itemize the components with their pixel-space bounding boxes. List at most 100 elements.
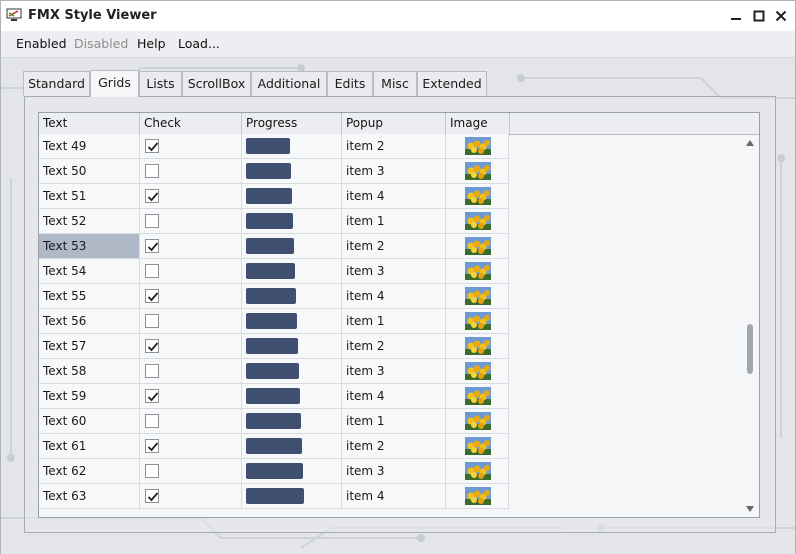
- column-header-check[interactable]: Check: [140, 113, 242, 134]
- checkbox[interactable]: [145, 139, 159, 153]
- checkbox[interactable]: [145, 164, 159, 178]
- progress-bar: [246, 188, 292, 204]
- cell-check: [140, 159, 242, 183]
- menu-disabled[interactable]: Disabled: [74, 36, 128, 51]
- cell-popup[interactable]: item 2: [342, 134, 446, 158]
- checkbox[interactable]: [145, 314, 159, 328]
- cell-progress: [242, 134, 342, 158]
- cell-text[interactable]: Text 61: [39, 434, 140, 458]
- column-header-progress[interactable]: Progress: [242, 113, 342, 134]
- cell-check: [140, 134, 242, 158]
- cell-text[interactable]: Text 56: [39, 309, 140, 333]
- cell-check: [140, 234, 242, 258]
- cell-popup[interactable]: item 1: [342, 209, 446, 233]
- menu-enabled[interactable]: Enabled: [16, 36, 67, 51]
- cell-text[interactable]: Text 55: [39, 284, 140, 308]
- checkbox[interactable]: [145, 289, 159, 303]
- tab-grids[interactable]: Grids: [90, 70, 139, 97]
- checkbox[interactable]: [145, 214, 159, 228]
- cell-popup[interactable]: item 4: [342, 484, 446, 508]
- checkbox[interactable]: [145, 364, 159, 378]
- table-row[interactable]: Text 54 item 3: [39, 259, 509, 284]
- checkbox[interactable]: [145, 464, 159, 478]
- column-header-text[interactable]: Text: [39, 113, 140, 134]
- table-row[interactable]: Text 60 item 1: [39, 409, 509, 434]
- checkbox[interactable]: [145, 489, 159, 503]
- tab-extended[interactable]: Extended: [417, 71, 487, 96]
- table-row[interactable]: Text 55 item 4: [39, 284, 509, 309]
- cell-popup[interactable]: item 3: [342, 259, 446, 283]
- cell-text[interactable]: Text 57: [39, 334, 140, 358]
- window-title: FMX Style Viewer: [28, 8, 157, 23]
- cell-popup[interactable]: item 4: [342, 384, 446, 408]
- cell-popup[interactable]: item 4: [342, 184, 446, 208]
- flower-image-icon: [465, 212, 491, 230]
- checkbox[interactable]: [145, 189, 159, 203]
- column-header-image[interactable]: Image: [446, 113, 510, 134]
- table-row[interactable]: Text 62 item 3: [39, 459, 509, 484]
- flower-image-icon: [465, 237, 491, 255]
- cell-text[interactable]: Text 60: [39, 409, 140, 433]
- table-row[interactable]: Text 49 item 2: [39, 134, 509, 159]
- scroll-down-icon[interactable]: [746, 506, 754, 512]
- cell-popup[interactable]: item 1: [342, 409, 446, 433]
- table-row[interactable]: Text 53 item 2: [39, 234, 509, 259]
- progress-bar: [246, 238, 294, 254]
- close-button[interactable]: [770, 5, 792, 27]
- table-row[interactable]: Text 61 item 2: [39, 434, 509, 459]
- cell-text[interactable]: Text 53: [39, 234, 140, 258]
- column-header-popup[interactable]: Popup: [342, 113, 446, 134]
- menu-load[interactable]: Load...: [178, 36, 220, 51]
- cell-text[interactable]: Text 54: [39, 259, 140, 283]
- table-row[interactable]: Text 51 item 4: [39, 184, 509, 209]
- cell-popup[interactable]: item 1: [342, 309, 446, 333]
- cell-popup[interactable]: item 3: [342, 459, 446, 483]
- tab-additional[interactable]: Additional: [251, 71, 327, 96]
- checkbox[interactable]: [145, 414, 159, 428]
- scroll-up-icon[interactable]: [746, 140, 754, 146]
- menu-help[interactable]: Help: [137, 36, 166, 51]
- scroll-thumb[interactable]: [747, 324, 753, 374]
- cell-text[interactable]: Text 50: [39, 159, 140, 183]
- vertical-scrollbar[interactable]: [741, 134, 759, 517]
- cell-text[interactable]: Text 51: [39, 184, 140, 208]
- cell-popup[interactable]: item 4: [342, 284, 446, 308]
- cell-popup[interactable]: item 3: [342, 359, 446, 383]
- table-row[interactable]: Text 56 item 1: [39, 309, 509, 334]
- checkbox[interactable]: [145, 439, 159, 453]
- cell-text[interactable]: Text 59: [39, 384, 140, 408]
- data-grid[interactable]: Text Check Progress Popup Image Text 49 i…: [38, 112, 760, 518]
- checkbox[interactable]: [145, 264, 159, 278]
- cell-image: [446, 309, 509, 333]
- cell-text[interactable]: Text 52: [39, 209, 140, 233]
- checkbox[interactable]: [145, 339, 159, 353]
- cell-text[interactable]: Text 62: [39, 459, 140, 483]
- table-row[interactable]: Text 63 item 4: [39, 484, 509, 509]
- tab-standard[interactable]: Standard: [23, 71, 90, 96]
- tab-edits[interactable]: Edits: [327, 71, 373, 96]
- table-row[interactable]: Text 50 item 3: [39, 159, 509, 184]
- checkbox[interactable]: [145, 239, 159, 253]
- table-row[interactable]: Text 58 item 3: [39, 359, 509, 384]
- cell-progress: [242, 334, 342, 358]
- cell-popup[interactable]: item 3: [342, 159, 446, 183]
- cell-popup[interactable]: item 2: [342, 234, 446, 258]
- flower-image-icon: [465, 337, 491, 355]
- flower-image-icon: [465, 312, 491, 330]
- tab-lists[interactable]: Lists: [139, 71, 182, 96]
- table-row[interactable]: Text 59 item 4: [39, 384, 509, 409]
- cell-text[interactable]: Text 58: [39, 359, 140, 383]
- cell-popup[interactable]: item 2: [342, 334, 446, 358]
- maximize-button[interactable]: [748, 5, 770, 27]
- minimize-button[interactable]: [725, 5, 747, 27]
- table-row[interactable]: Text 57 item 2: [39, 334, 509, 359]
- checkbox[interactable]: [145, 389, 159, 403]
- title-bar[interactable]: FMX Style Viewer: [1, 1, 795, 31]
- flower-image-icon: [465, 412, 491, 430]
- cell-text[interactable]: Text 63: [39, 484, 140, 508]
- table-row[interactable]: Text 52 item 1: [39, 209, 509, 234]
- cell-text[interactable]: Text 49: [39, 134, 140, 158]
- tab-misc[interactable]: Misc: [373, 71, 417, 96]
- cell-popup[interactable]: item 2: [342, 434, 446, 458]
- tab-scrollbox[interactable]: ScrollBox: [182, 71, 251, 96]
